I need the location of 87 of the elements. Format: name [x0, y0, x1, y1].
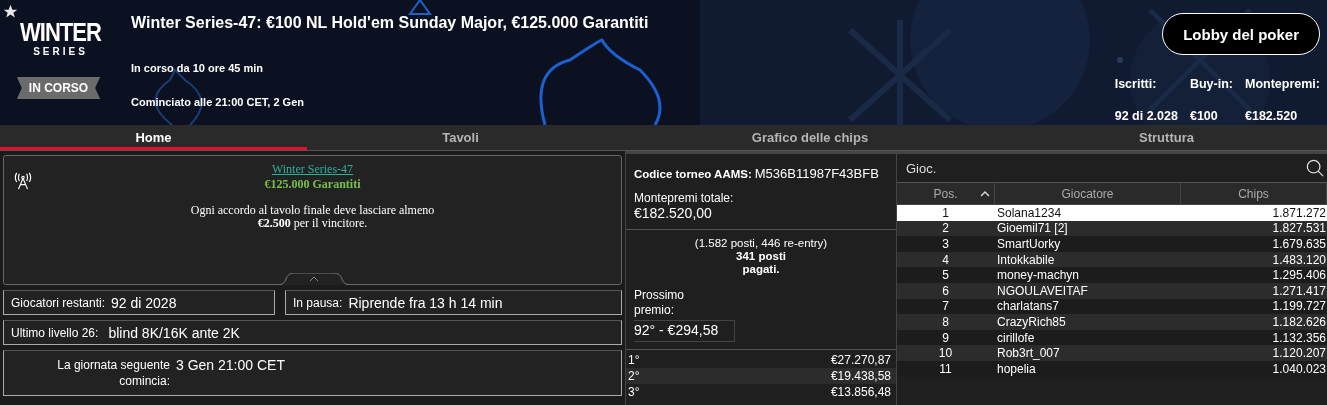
- table-cell-text: money-machyn: [996, 268, 1081, 283]
- tournament-title: Winter Series-47: €100 NL Hold'em Sunday Major, €125.000 Garantiti: [131, 14, 650, 32]
- table-cell-text: 7: [941, 299, 950, 314]
- total-value: €182.520,00: [634, 205, 713, 221]
- column-header[interactable]: Pos.: [897, 183, 995, 204]
- table-cell-text: SmartUorky: [996, 237, 1062, 251]
- stat-value: €100: [1189, 109, 1219, 123]
- table-cell-text: 4: [941, 252, 950, 267]
- table-cell-text: 1.040.023: [1271, 361, 1327, 376]
- table-cell-text: cirillofe: [996, 330, 1036, 345]
- player-row[interactable]: 10 Rob3rt_007 1.120.207: [897, 345, 1327, 361]
- stat-label: Iscritti:: [1114, 77, 1158, 91]
- code-value: M536B11987F43BFB: [754, 166, 879, 181]
- field-value: 3 Gen 21:00 CET: [176, 357, 285, 373]
- field-value: 92 di 2028: [111, 294, 177, 311]
- paid-places-text: 341 posti: [736, 250, 786, 263]
- stat-label: Montepremi:: [1245, 77, 1320, 91]
- prize-place: 2°: [628, 369, 640, 384]
- stat-value: €182.520: [1245, 109, 1299, 123]
- prize-amount: €27.270,87: [830, 353, 891, 368]
- field-value: Riprende fra 13 h 14 min: [348, 294, 503, 311]
- table-cell-text: 1.271.417: [1271, 283, 1327, 298]
- table-cell-text: 1.199.727: [1271, 299, 1327, 314]
- table-cell-text: 1.182.626: [1271, 314, 1327, 329]
- table-cell-text: Intokkabile: [996, 252, 1056, 267]
- table-cell-text: 1.871.272: [1271, 205, 1327, 220]
- player-row[interactable]: 8 CrazyRich85 1.182.626: [897, 314, 1327, 330]
- table-cell-text: 2: [941, 221, 950, 236]
- table-cell-text: NGOULAVEITAF: [996, 283, 1089, 298]
- prize-place: 3°: [628, 385, 640, 400]
- entries-text: (1.582 posti, 446 re-entry): [694, 237, 828, 250]
- antenna-icon: [14, 172, 32, 190]
- field-value: blind 8K/16K ante 2K: [108, 324, 240, 341]
- guarantee-text: €125.000 Garantiti: [264, 177, 361, 192]
- paid-places-text: pagati.: [742, 263, 780, 276]
- table-cell-text: 11: [938, 361, 953, 376]
- stat-value: 92 di 2.028: [1114, 109, 1178, 123]
- field-label: In pausa:: [293, 295, 343, 310]
- field-label: Ultimo livello 26:: [11, 325, 99, 340]
- stat-label: Buy-in:: [1189, 77, 1233, 91]
- search-field[interactable]: Gioc.: [904, 159, 1306, 177]
- table-cell-text: 1.679.635: [1271, 237, 1327, 251]
- start-time: Cominciato alle 21:00 CET, 2 Gen: [131, 96, 305, 108]
- table-cell-text: Gioemil71 [2]: [996, 221, 1069, 236]
- table-cell-text: charlatans7: [996, 299, 1061, 314]
- table-cell-text: 1.132.356: [1271, 330, 1327, 345]
- tab[interactable]: Home: [0, 125, 307, 150]
- code-label: Codice torneo AAMS:: [634, 168, 752, 180]
- table-cell-text: 10: [937, 346, 954, 361]
- table-cell-text: 1: [941, 205, 950, 220]
- running-time: In corso da 10 ore 45 min: [131, 62, 265, 74]
- search-icon[interactable]: [1306, 159, 1324, 177]
- table-cell-text: 6: [941, 283, 950, 298]
- field-label: Giocatori restanti:: [11, 295, 106, 310]
- table-cell-text: 1.827.531: [1271, 221, 1327, 236]
- table-cell-text: 1.483.120: [1271, 252, 1327, 267]
- collapse-tab[interactable]: [278, 273, 350, 285]
- table-cell-text: 3: [941, 237, 950, 251]
- prize-amount: €19.438,58: [830, 369, 891, 384]
- next-prize-label: Prossimo premio:: [634, 288, 685, 318]
- lobby-button[interactable]: Lobby del poker: [1162, 13, 1320, 55]
- tab[interactable]: Tavoli: [307, 125, 614, 150]
- field-label: La giornata seguente comincia:: [56, 357, 170, 389]
- column-header[interactable]: Chips: [1181, 183, 1327, 204]
- table-cell-text: CrazyRich85: [996, 314, 1067, 329]
- table-cell-text: Rob3rt_007: [996, 346, 1061, 361]
- table-cell-text: 9: [941, 330, 950, 345]
- logo-subtext: SERIES: [33, 45, 88, 59]
- table-cell-text: 1.120.207: [1271, 346, 1327, 361]
- table-cell-text: hopelia: [996, 361, 1037, 376]
- next-prize-value: 92° - €294,58: [634, 320, 735, 342]
- table-cell-text: 1.295.406: [1271, 268, 1327, 283]
- column-header[interactable]: Giocatore: [995, 183, 1181, 204]
- logo-text: WINTER: [20, 19, 101, 47]
- table-cell-text: 8: [941, 314, 950, 329]
- star-icon[interactable]: [3, 4, 18, 19]
- tournament-link[interactable]: Winter Series-47: [271, 162, 354, 177]
- status-badge: IN CORSO: [16, 77, 101, 99]
- prize-amount: €13.856,48: [830, 385, 891, 400]
- total-label: Montepremi totale:: [634, 191, 735, 205]
- table-cell-text: 5: [941, 268, 950, 283]
- player-row[interactable]: 1 Solana1234 1.871.272: [897, 205, 1327, 221]
- table-cell-text: Solana1234: [996, 205, 1063, 220]
- prize-place: 1°: [628, 353, 640, 368]
- tab[interactable]: Struttura: [1006, 125, 1327, 150]
- tab[interactable]: Grafico delle chips: [614, 125, 1006, 150]
- deal-message: Ogni accordo al tavolo finale deve lasciare almeno €2.500 per il vincitore.: [189, 204, 436, 230]
